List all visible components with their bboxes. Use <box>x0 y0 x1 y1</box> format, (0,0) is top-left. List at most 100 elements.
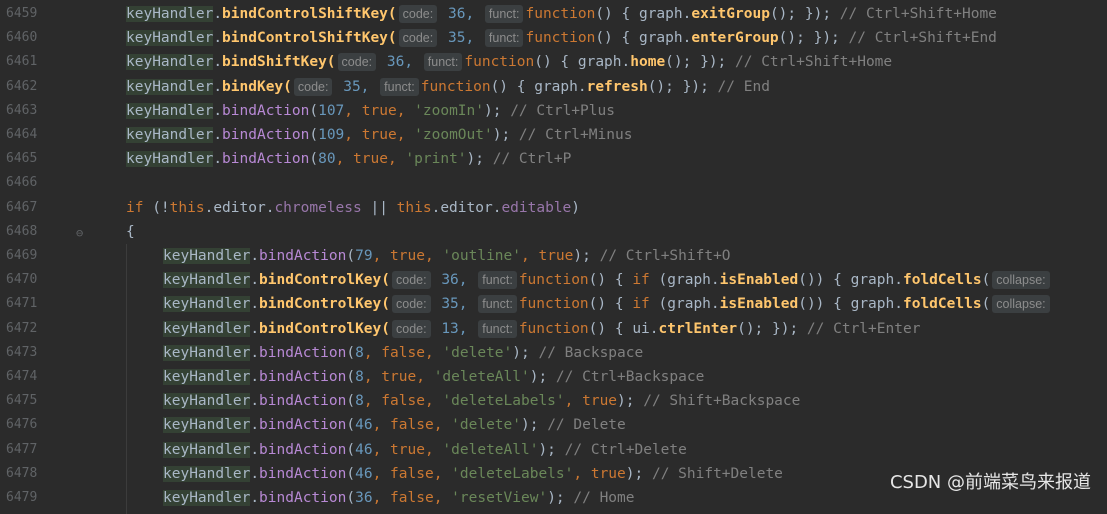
keyword: if <box>126 199 144 216</box>
param-hint: funct: <box>478 271 517 290</box>
keyword: function <box>518 296 589 313</box>
punctuation: , <box>396 102 415 119</box>
identifier: keyHandler <box>163 344 251 361</box>
code-line: 6472 keyHandler.bindControlKey(code: 13, … <box>0 317 1107 341</box>
identifier: keyHandler <box>163 272 251 289</box>
property: chromeless <box>274 199 362 216</box>
keyword: if <box>632 272 650 289</box>
punctuation: ); <box>529 369 548 385</box>
method-name: bindKey( <box>222 78 292 95</box>
punctuation: ( <box>346 393 356 410</box>
punctuation: , <box>372 441 391 458</box>
punctuation: ( <box>346 417 356 434</box>
number: 13, <box>432 320 477 337</box>
method-name: bindShiftKey( <box>222 54 336 71</box>
code-line: 6465 keyHandler.bindAction(80, true, 'pri… <box>0 147 1107 171</box>
code-text: keyHandler.bindControlShiftKey(code: 35,… <box>126 26 997 50</box>
method-call: foldCells <box>902 272 982 289</box>
string: 'delete' <box>442 344 513 361</box>
keyword: true <box>582 393 618 410</box>
punctuation: , <box>396 127 415 143</box>
keyword: false <box>381 393 425 410</box>
line-number: 6478 <box>6 465 38 481</box>
punctuation: . <box>213 30 223 47</box>
code-token: () { <box>588 272 633 289</box>
param-hint: code: <box>293 77 333 96</box>
punctuation: . <box>213 54 223 71</box>
identifier: keyHandler <box>163 417 251 434</box>
line-number: 6479 <box>6 490 38 505</box>
number: 36, <box>439 6 483 22</box>
comment: // Ctrl+Shift+Home <box>726 54 893 71</box>
punctuation: . <box>250 441 260 458</box>
line-number: 6464 <box>6 127 38 142</box>
code-text: if (!this.editor.chromeless || this.edit… <box>126 196 580 220</box>
punctuation: ( <box>981 296 991 313</box>
punctuation: ); <box>617 393 635 410</box>
keyword: false <box>390 465 434 482</box>
line-number: 6460 <box>6 30 38 46</box>
number: 109 <box>318 127 345 143</box>
punctuation: ( <box>981 272 991 289</box>
code-text: keyHandler.bindAction(79, true, 'outline… <box>163 244 731 268</box>
identifier: keyHandler <box>126 30 214 47</box>
punctuation: ( <box>346 369 356 385</box>
string: 'zoomOut' <box>414 127 493 143</box>
method-name: bindControlKey( <box>259 320 390 337</box>
method-call: isEnabled <box>719 296 799 313</box>
punctuation: , <box>424 344 443 361</box>
identifier: keyHandler <box>163 296 251 313</box>
comment: // Ctrl+Enter <box>798 320 921 337</box>
punctuation: . <box>213 78 223 95</box>
punctuation: ); <box>492 127 511 143</box>
punctuation: ( <box>309 151 319 168</box>
string: 'deleteAll' <box>433 369 530 385</box>
keyword: this <box>169 199 205 216</box>
line-number: 6465 <box>6 151 38 167</box>
comment: // Ctrl+Shift+End <box>839 30 997 47</box>
code-text: keyHandler.bindShiftKey(code: 36, funct:… <box>126 50 892 74</box>
keyword: this <box>396 199 432 216</box>
method-name: bindAction <box>259 465 347 482</box>
punctuation: , <box>372 465 391 482</box>
number: 36, <box>432 272 477 289</box>
code-text: keyHandler.bindAction(46, true, 'deleteA… <box>163 438 687 462</box>
code-line: 6468 { <box>0 220 1107 244</box>
punctuation: (); }); <box>737 320 799 337</box>
code-line: 6461 keyHandler.bindShiftKey(code: 36, fu… <box>0 50 1107 74</box>
code-token: ()) { graph. <box>798 272 903 289</box>
punctuation: { <box>126 223 135 240</box>
keyword: true <box>361 127 397 143</box>
punctuation: ( <box>346 344 356 361</box>
identifier: keyHandler <box>163 465 251 482</box>
code-editor[interactable]: ⊖ 6459 keyHandler.bindControlShiftKey(cod… <box>0 0 1107 514</box>
method-call: ctrlEnter <box>658 320 738 337</box>
identifier: keyHandler <box>163 248 251 264</box>
comment: // Shift+Delete <box>643 465 783 482</box>
param-hint: code: <box>392 271 431 290</box>
line-number: 6461 <box>6 54 38 70</box>
code-line: 6474 keyHandler.bindAction(8, true, 'dele… <box>0 365 1107 389</box>
method-name: bindControlShiftKey( <box>222 30 397 47</box>
method-name: bindAction <box>259 393 347 410</box>
punctuation: , <box>363 393 382 410</box>
code-text: keyHandler.bindAction(46, false, 'delete… <box>163 413 626 437</box>
string: 'delete' <box>451 417 521 434</box>
identifier: keyHandler <box>126 54 214 71</box>
keyword: if <box>632 296 650 313</box>
line-number: 6475 <box>6 393 38 409</box>
param-hint: funct: <box>484 29 524 48</box>
method-call: refresh <box>586 78 648 95</box>
method-call: exitGroup <box>691 6 770 22</box>
punctuation: , <box>363 369 382 385</box>
identifier: keyHandler <box>126 127 214 143</box>
keyword: function <box>518 272 589 289</box>
punctuation: , <box>424 441 443 458</box>
punctuation: (); }); <box>647 78 709 95</box>
method-name: bindControlShiftKey( <box>222 6 397 22</box>
keyword: true <box>590 465 626 482</box>
param-hint: funct: <box>478 319 517 338</box>
code-line: 6467 if (!this.editor.chromeless || this.… <box>0 196 1107 220</box>
param-hint: collapse: <box>992 295 1050 314</box>
comment: // Ctrl+Delete <box>555 441 687 458</box>
